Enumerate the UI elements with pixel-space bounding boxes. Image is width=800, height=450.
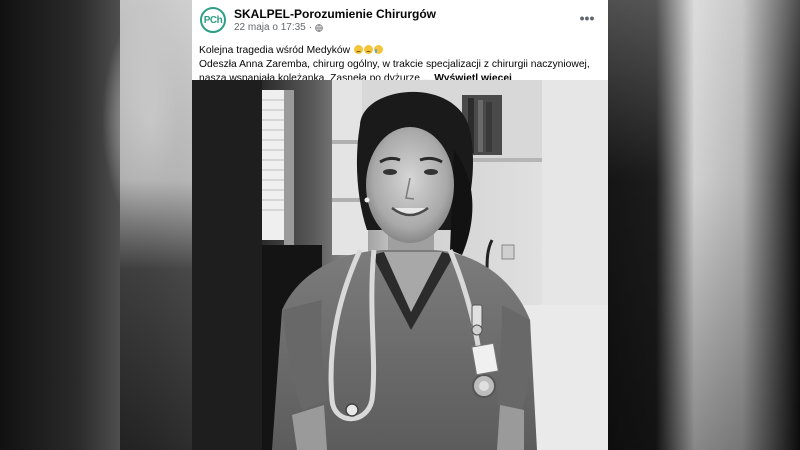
facebook-post: PCh SKALPEL-Porozumienie Chirurgów 22 ma…	[192, 0, 608, 450]
post-line-1: Kolejna tragedia wśród Medyków	[199, 44, 603, 58]
photo-image	[192, 80, 608, 450]
backdrop-right	[608, 0, 800, 450]
sad-face-icon	[353, 45, 363, 54]
post-line-1-text: Kolejna tragedia wśród Medyków	[199, 45, 351, 56]
crying-face-icon	[373, 45, 383, 54]
page-avatar[interactable]: PCh	[200, 7, 226, 33]
sad-face-icon	[363, 45, 373, 54]
logo-icon: PCh	[203, 14, 223, 26]
post-meta: 22 maja o 17:35 ·	[234, 22, 323, 33]
post-date[interactable]: 22 maja o 17:35	[234, 22, 306, 33]
more-options-icon[interactable]: •••	[578, 9, 596, 27]
post-photo[interactable]	[192, 80, 608, 450]
meta-separator: ·	[308, 22, 313, 33]
page-name-link[interactable]: SKALPEL-Porozumienie Chirurgów	[234, 7, 436, 21]
post-header: PCh SKALPEL-Porozumienie Chirurgów 22 ma…	[200, 7, 600, 37]
globe-icon	[315, 23, 323, 32]
backdrop-left	[0, 0, 192, 450]
